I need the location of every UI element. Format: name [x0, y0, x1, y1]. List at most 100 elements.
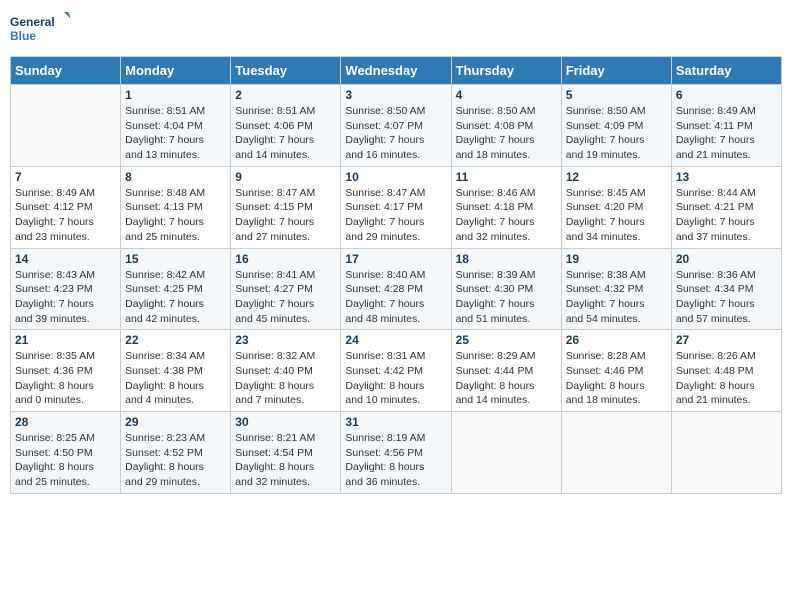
calendar-cell: 28 Sunrise: 8:25 AMSunset: 4:50 PMDayligh… [11, 412, 121, 494]
svg-text:General: General [10, 15, 55, 29]
day-info: Sunrise: 8:19 AMSunset: 4:56 PMDaylight:… [345, 431, 446, 490]
calendar-week-row: 7Sunrise: 8:49 AMSunset: 4:12 PMDaylight… [11, 166, 782, 248]
calendar-cell: 4 Sunrise: 8:50 AMSunset: 4:08 PMDaylight… [451, 85, 561, 167]
calendar-cell: 18Sunrise: 8:39 AMSunset: 4:30 PMDayligh… [451, 248, 561, 330]
day-info: Sunrise: 8:31 AMSunset: 4:42 PMDaylight:… [345, 349, 446, 408]
day-info: Sunrise: 8:39 AMSunset: 4:30 PMDaylight:… [456, 268, 557, 327]
calendar-cell [671, 412, 781, 494]
calendar-week-row: 21 Sunrise: 8:35 AMSunset: 4:36 PMDayligh… [11, 330, 782, 412]
calendar-week-row: 1 Sunrise: 8:51 AMSunset: 4:04 PMDaylight… [11, 85, 782, 167]
calendar-header-row: SundayMondayTuesdayWednesdayThursdayFrid… [11, 57, 782, 85]
calendar-cell: 22 Sunrise: 8:34 AMSunset: 4:38 PMDayligh… [121, 330, 231, 412]
calendar-cell: 30 Sunrise: 8:21 AMSunset: 4:54 PMDayligh… [231, 412, 341, 494]
calendar-cell: 29 Sunrise: 8:23 AMSunset: 4:52 PMDayligh… [121, 412, 231, 494]
day-number: 17 [345, 252, 446, 266]
calendar-cell: 1 Sunrise: 8:51 AMSunset: 4:04 PMDaylight… [121, 85, 231, 167]
day-number: 2 [235, 88, 336, 102]
day-number: 30 [235, 415, 336, 429]
calendar-cell: 5 Sunrise: 8:50 AMSunset: 4:09 PMDaylight… [561, 85, 671, 167]
day-info: Sunrise: 8:47 AMSunset: 4:17 PMDaylight:… [345, 186, 446, 245]
day-info: Sunrise: 8:40 AMSunset: 4:28 PMDaylight:… [345, 268, 446, 327]
day-number: 31 [345, 415, 446, 429]
day-info: Sunrise: 8:49 AMSunset: 4:11 PMDaylight:… [676, 104, 777, 163]
day-number: 29 [125, 415, 226, 429]
calendar-cell: 31 Sunrise: 8:19 AMSunset: 4:56 PMDayligh… [341, 412, 451, 494]
column-header-monday: Monday [121, 57, 231, 85]
day-info: Sunrise: 8:43 AMSunset: 4:23 PMDaylight:… [15, 268, 116, 327]
day-number: 13 [676, 170, 777, 184]
day-info: Sunrise: 8:38 AMSunset: 4:32 PMDaylight:… [566, 268, 667, 327]
day-number: 23 [235, 333, 336, 347]
day-info: Sunrise: 8:42 AMSunset: 4:25 PMDaylight:… [125, 268, 226, 327]
day-info: Sunrise: 8:50 AMSunset: 4:07 PMDaylight:… [345, 104, 446, 163]
calendar-cell: 8Sunrise: 8:48 AMSunset: 4:13 PMDaylight… [121, 166, 231, 248]
day-info: Sunrise: 8:23 AMSunset: 4:52 PMDaylight:… [125, 431, 226, 490]
day-info: Sunrise: 8:49 AMSunset: 4:12 PMDaylight:… [15, 186, 116, 245]
calendar-cell: 11 Sunrise: 8:46 AMSunset: 4:18 PMDayligh… [451, 166, 561, 248]
day-info: Sunrise: 8:45 AMSunset: 4:20 PMDaylight:… [566, 186, 667, 245]
calendar-cell [11, 85, 121, 167]
day-info: Sunrise: 8:28 AMSunset: 4:46 PMDaylight:… [566, 349, 667, 408]
day-number: 4 [456, 88, 557, 102]
calendar-cell: 13 Sunrise: 8:44 AMSunset: 4:21 PMDayligh… [671, 166, 781, 248]
calendar-cell: 27 Sunrise: 8:26 AMSunset: 4:48 PMDayligh… [671, 330, 781, 412]
calendar-cell: 19 Sunrise: 8:38 AMSunset: 4:32 PMDayligh… [561, 248, 671, 330]
calendar-cell: 17 Sunrise: 8:40 AMSunset: 4:28 PMDayligh… [341, 248, 451, 330]
day-number: 15 [125, 252, 226, 266]
calendar-cell: 7Sunrise: 8:49 AMSunset: 4:12 PMDaylight… [11, 166, 121, 248]
day-number: 9 [235, 170, 336, 184]
calendar-cell: 16Sunrise: 8:41 AMSunset: 4:27 PMDayligh… [231, 248, 341, 330]
day-info: Sunrise: 8:51 AMSunset: 4:04 PMDaylight:… [125, 104, 226, 163]
calendar-week-row: 28 Sunrise: 8:25 AMSunset: 4:50 PMDayligh… [11, 412, 782, 494]
calendar-week-row: 14 Sunrise: 8:43 AMSunset: 4:23 PMDayligh… [11, 248, 782, 330]
calendar-cell: 24 Sunrise: 8:31 AMSunset: 4:42 PMDayligh… [341, 330, 451, 412]
day-info: Sunrise: 8:36 AMSunset: 4:34 PMDaylight:… [676, 268, 777, 327]
day-number: 8 [125, 170, 226, 184]
day-number: 19 [566, 252, 667, 266]
logo-svg: General Blue [10, 10, 70, 50]
day-number: 16 [235, 252, 336, 266]
calendar-cell: 21 Sunrise: 8:35 AMSunset: 4:36 PMDayligh… [11, 330, 121, 412]
day-number: 1 [125, 88, 226, 102]
calendar-cell: 10Sunrise: 8:47 AMSunset: 4:17 PMDayligh… [341, 166, 451, 248]
page-header: General Blue [10, 10, 782, 50]
day-number: 26 [566, 333, 667, 347]
column-header-thursday: Thursday [451, 57, 561, 85]
calendar-cell: 23Sunrise: 8:32 AMSunset: 4:40 PMDayligh… [231, 330, 341, 412]
calendar-cell: 15 Sunrise: 8:42 AMSunset: 4:25 PMDayligh… [121, 248, 231, 330]
day-number: 14 [15, 252, 116, 266]
day-number: 5 [566, 88, 667, 102]
calendar-cell: 26 Sunrise: 8:28 AMSunset: 4:46 PMDayligh… [561, 330, 671, 412]
day-info: Sunrise: 8:25 AMSunset: 4:50 PMDaylight:… [15, 431, 116, 490]
day-number: 11 [456, 170, 557, 184]
svg-text:Blue: Blue [10, 29, 36, 43]
calendar-cell: 6 Sunrise: 8:49 AMSunset: 4:11 PMDaylight… [671, 85, 781, 167]
day-info: Sunrise: 8:50 AMSunset: 4:09 PMDaylight:… [566, 104, 667, 163]
calendar-table: SundayMondayTuesdayWednesdayThursdayFrid… [10, 56, 782, 494]
calendar-cell: 3Sunrise: 8:50 AMSunset: 4:07 PMDaylight… [341, 85, 451, 167]
day-info: Sunrise: 8:35 AMSunset: 4:36 PMDaylight:… [15, 349, 116, 408]
day-number: 6 [676, 88, 777, 102]
calendar-cell [451, 412, 561, 494]
day-number: 22 [125, 333, 226, 347]
day-number: 21 [15, 333, 116, 347]
day-info: Sunrise: 8:51 AMSunset: 4:06 PMDaylight:… [235, 104, 336, 163]
day-info: Sunrise: 8:26 AMSunset: 4:48 PMDaylight:… [676, 349, 777, 408]
day-info: Sunrise: 8:46 AMSunset: 4:18 PMDaylight:… [456, 186, 557, 245]
day-number: 24 [345, 333, 446, 347]
day-info: Sunrise: 8:50 AMSunset: 4:08 PMDaylight:… [456, 104, 557, 163]
calendar-cell: 9 Sunrise: 8:47 AMSunset: 4:15 PMDaylight… [231, 166, 341, 248]
day-info: Sunrise: 8:21 AMSunset: 4:54 PMDaylight:… [235, 431, 336, 490]
calendar-cell: 12Sunrise: 8:45 AMSunset: 4:20 PMDayligh… [561, 166, 671, 248]
column-header-sunday: Sunday [11, 57, 121, 85]
day-number: 27 [676, 333, 777, 347]
day-info: Sunrise: 8:44 AMSunset: 4:21 PMDaylight:… [676, 186, 777, 245]
calendar-cell [561, 412, 671, 494]
column-header-saturday: Saturday [671, 57, 781, 85]
day-info: Sunrise: 8:47 AMSunset: 4:15 PMDaylight:… [235, 186, 336, 245]
logo: General Blue [10, 10, 70, 50]
day-info: Sunrise: 8:29 AMSunset: 4:44 PMDaylight:… [456, 349, 557, 408]
day-info: Sunrise: 8:34 AMSunset: 4:38 PMDaylight:… [125, 349, 226, 408]
calendar-cell: 20Sunrise: 8:36 AMSunset: 4:34 PMDayligh… [671, 248, 781, 330]
day-number: 28 [15, 415, 116, 429]
